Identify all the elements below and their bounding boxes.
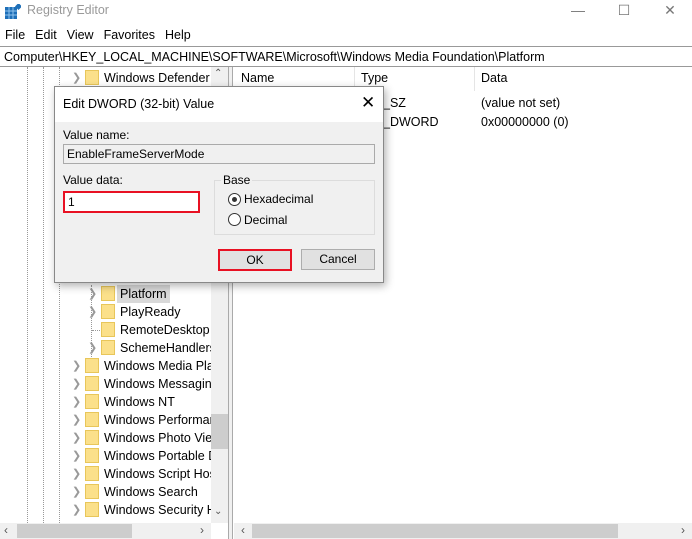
folder-icon: [85, 376, 99, 391]
tree-item[interactable]: ❯ Windows Security H: [0, 501, 216, 519]
window-title: Registry Editor: [27, 3, 109, 17]
folder-icon: [101, 322, 115, 337]
scroll-down-icon[interactable]: ⌄: [214, 506, 222, 517]
minimize-button[interactable]: —: [555, 0, 601, 22]
menu-bar: File Edit View Favorites Help: [0, 24, 196, 44]
base-label: Base: [221, 173, 253, 187]
chevron-right-icon[interactable]: ❯: [72, 447, 81, 465]
tree-item-label: Platform: [117, 285, 170, 303]
scroll-thumb[interactable]: [211, 414, 228, 449]
tree-item[interactable]: ❯ Windows Messaging: [0, 375, 219, 393]
scroll-up-icon[interactable]: ⌃: [214, 68, 222, 79]
row-type: _DWORD: [383, 115, 439, 129]
ok-button[interactable]: OK: [218, 249, 292, 271]
dialog-close-button[interactable]: ✕: [361, 93, 375, 113]
value-name-field: EnableFrameServerMode: [63, 144, 375, 164]
folder-icon: [101, 340, 115, 355]
folder-icon: [85, 412, 99, 427]
value-name-label: Value name:: [63, 128, 130, 142]
chevron-right-icon[interactable]: ❯: [72, 501, 81, 519]
row-data: (value not set): [481, 96, 561, 110]
chevron-right-icon[interactable]: ❯: [88, 339, 97, 357]
edit-dword-dialog: Edit DWORD (32-bit) Value ✕ Value name: …: [54, 86, 384, 283]
folder-icon: [85, 466, 99, 481]
hexadecimal-label[interactable]: Hexadecimal: [244, 192, 313, 206]
menu-favorites[interactable]: Favorites: [99, 24, 160, 44]
menu-view[interactable]: View: [62, 24, 99, 44]
folder-icon: [85, 484, 99, 499]
chevron-right-icon[interactable]: ❯: [72, 393, 81, 411]
chevron-right-icon[interactable]: ❯: [72, 375, 81, 393]
value-data-label: Value data:: [63, 173, 123, 187]
dialog-title: Edit DWORD (32-bit) Value: [63, 97, 215, 111]
tree-item[interactable]: RemoteDesktop: [0, 321, 211, 339]
close-button[interactable]: ✕: [647, 0, 692, 22]
tree-item[interactable]: ❯ Windows Media Play: [0, 357, 220, 375]
decimal-label[interactable]: Decimal: [244, 213, 287, 227]
registry-icon: [5, 4, 21, 19]
chevron-right-icon[interactable]: ❯: [72, 357, 81, 375]
folder-icon: [85, 502, 99, 517]
tree-item-label: RemoteDesktop: [120, 323, 210, 337]
tree-item[interactable]: ❯ PlayReady: [0, 303, 211, 321]
folder-icon: [85, 358, 99, 373]
chevron-right-icon[interactable]: ❯: [72, 429, 81, 447]
column-data[interactable]: Data: [481, 71, 507, 85]
tree-item-label: Windows NT: [104, 395, 175, 409]
menu-help[interactable]: Help: [160, 24, 196, 44]
tree-item-label: Windows Messaging: [104, 377, 219, 391]
chevron-right-icon[interactable]: ❯: [88, 285, 97, 303]
tree-item[interactable]: ❯ SchemeHandlers: [0, 339, 216, 357]
tree-item-label: Windows Portable D: [104, 449, 218, 463]
tree-item[interactable]: ❯ Platform: [0, 285, 211, 303]
tree-item-label: Windows Security H: [104, 503, 216, 517]
folder-icon: [101, 304, 115, 319]
scroll-thumb[interactable]: [252, 524, 618, 538]
tree-item[interactable]: ❯ Windows Photo View: [0, 429, 221, 447]
folder-icon: [85, 394, 99, 409]
row-data: 0x00000000 (0): [481, 115, 569, 129]
tree-item[interactable]: ❯ Windows Portable D: [0, 447, 217, 465]
chevron-right-icon[interactable]: ❯: [72, 483, 81, 501]
radio-decimal[interactable]: [228, 213, 241, 226]
tree-item-label: Windows Script Hos: [104, 467, 216, 481]
tree-item-label: Windows Photo View: [104, 431, 222, 445]
tree-item-label: SchemeHandlers: [120, 341, 216, 355]
tree-horizontal-scrollbar[interactable]: ‹ ›: [0, 523, 211, 539]
tree-item[interactable]: ❯ Windows Script Hos: [0, 465, 216, 483]
value-data-input[interactable]: 1: [63, 191, 200, 213]
scroll-thumb[interactable]: [17, 524, 132, 538]
maximize-button[interactable]: ☐: [601, 0, 647, 22]
column-type[interactable]: Type: [361, 71, 388, 85]
title-bar: Registry Editor — ☐ ✕: [0, 0, 692, 22]
column-name[interactable]: Name: [241, 71, 274, 85]
chevron-right-icon[interactable]: ❯: [88, 303, 97, 321]
address-bar[interactable]: Computer\HKEY_LOCAL_MACHINE\SOFTWARE\Mic…: [0, 46, 692, 67]
tree-item[interactable]: ❯ Windows NT: [0, 393, 211, 411]
tree-item-label: Windows Media Play: [104, 359, 221, 373]
folder-icon: [101, 286, 115, 301]
radio-hexadecimal[interactable]: [228, 193, 241, 206]
folder-icon: [85, 448, 99, 463]
menu-edit[interactable]: Edit: [30, 24, 62, 44]
tree-item-label: Windows Performar: [104, 413, 214, 427]
chevron-right-icon[interactable]: ❯: [72, 411, 81, 429]
menu-file[interactable]: File: [0, 24, 30, 44]
tree-item[interactable]: ❯ Windows Search: [0, 483, 211, 501]
folder-icon: [85, 430, 99, 445]
base-group: [214, 180, 375, 235]
tree-item-label: PlayReady: [120, 305, 181, 319]
row-type: _SZ: [383, 96, 406, 110]
tree-item[interactable]: ❯ Windows Performar: [0, 411, 214, 429]
tree-item-label: Windows Search: [104, 485, 198, 499]
cancel-button[interactable]: Cancel: [301, 249, 375, 270]
list-horizontal-scrollbar[interactable]: ‹ ›: [234, 523, 692, 539]
chevron-right-icon[interactable]: ❯: [72, 465, 81, 483]
tree-item[interactable]: ❯ Windows Defender S: [0, 69, 221, 87]
